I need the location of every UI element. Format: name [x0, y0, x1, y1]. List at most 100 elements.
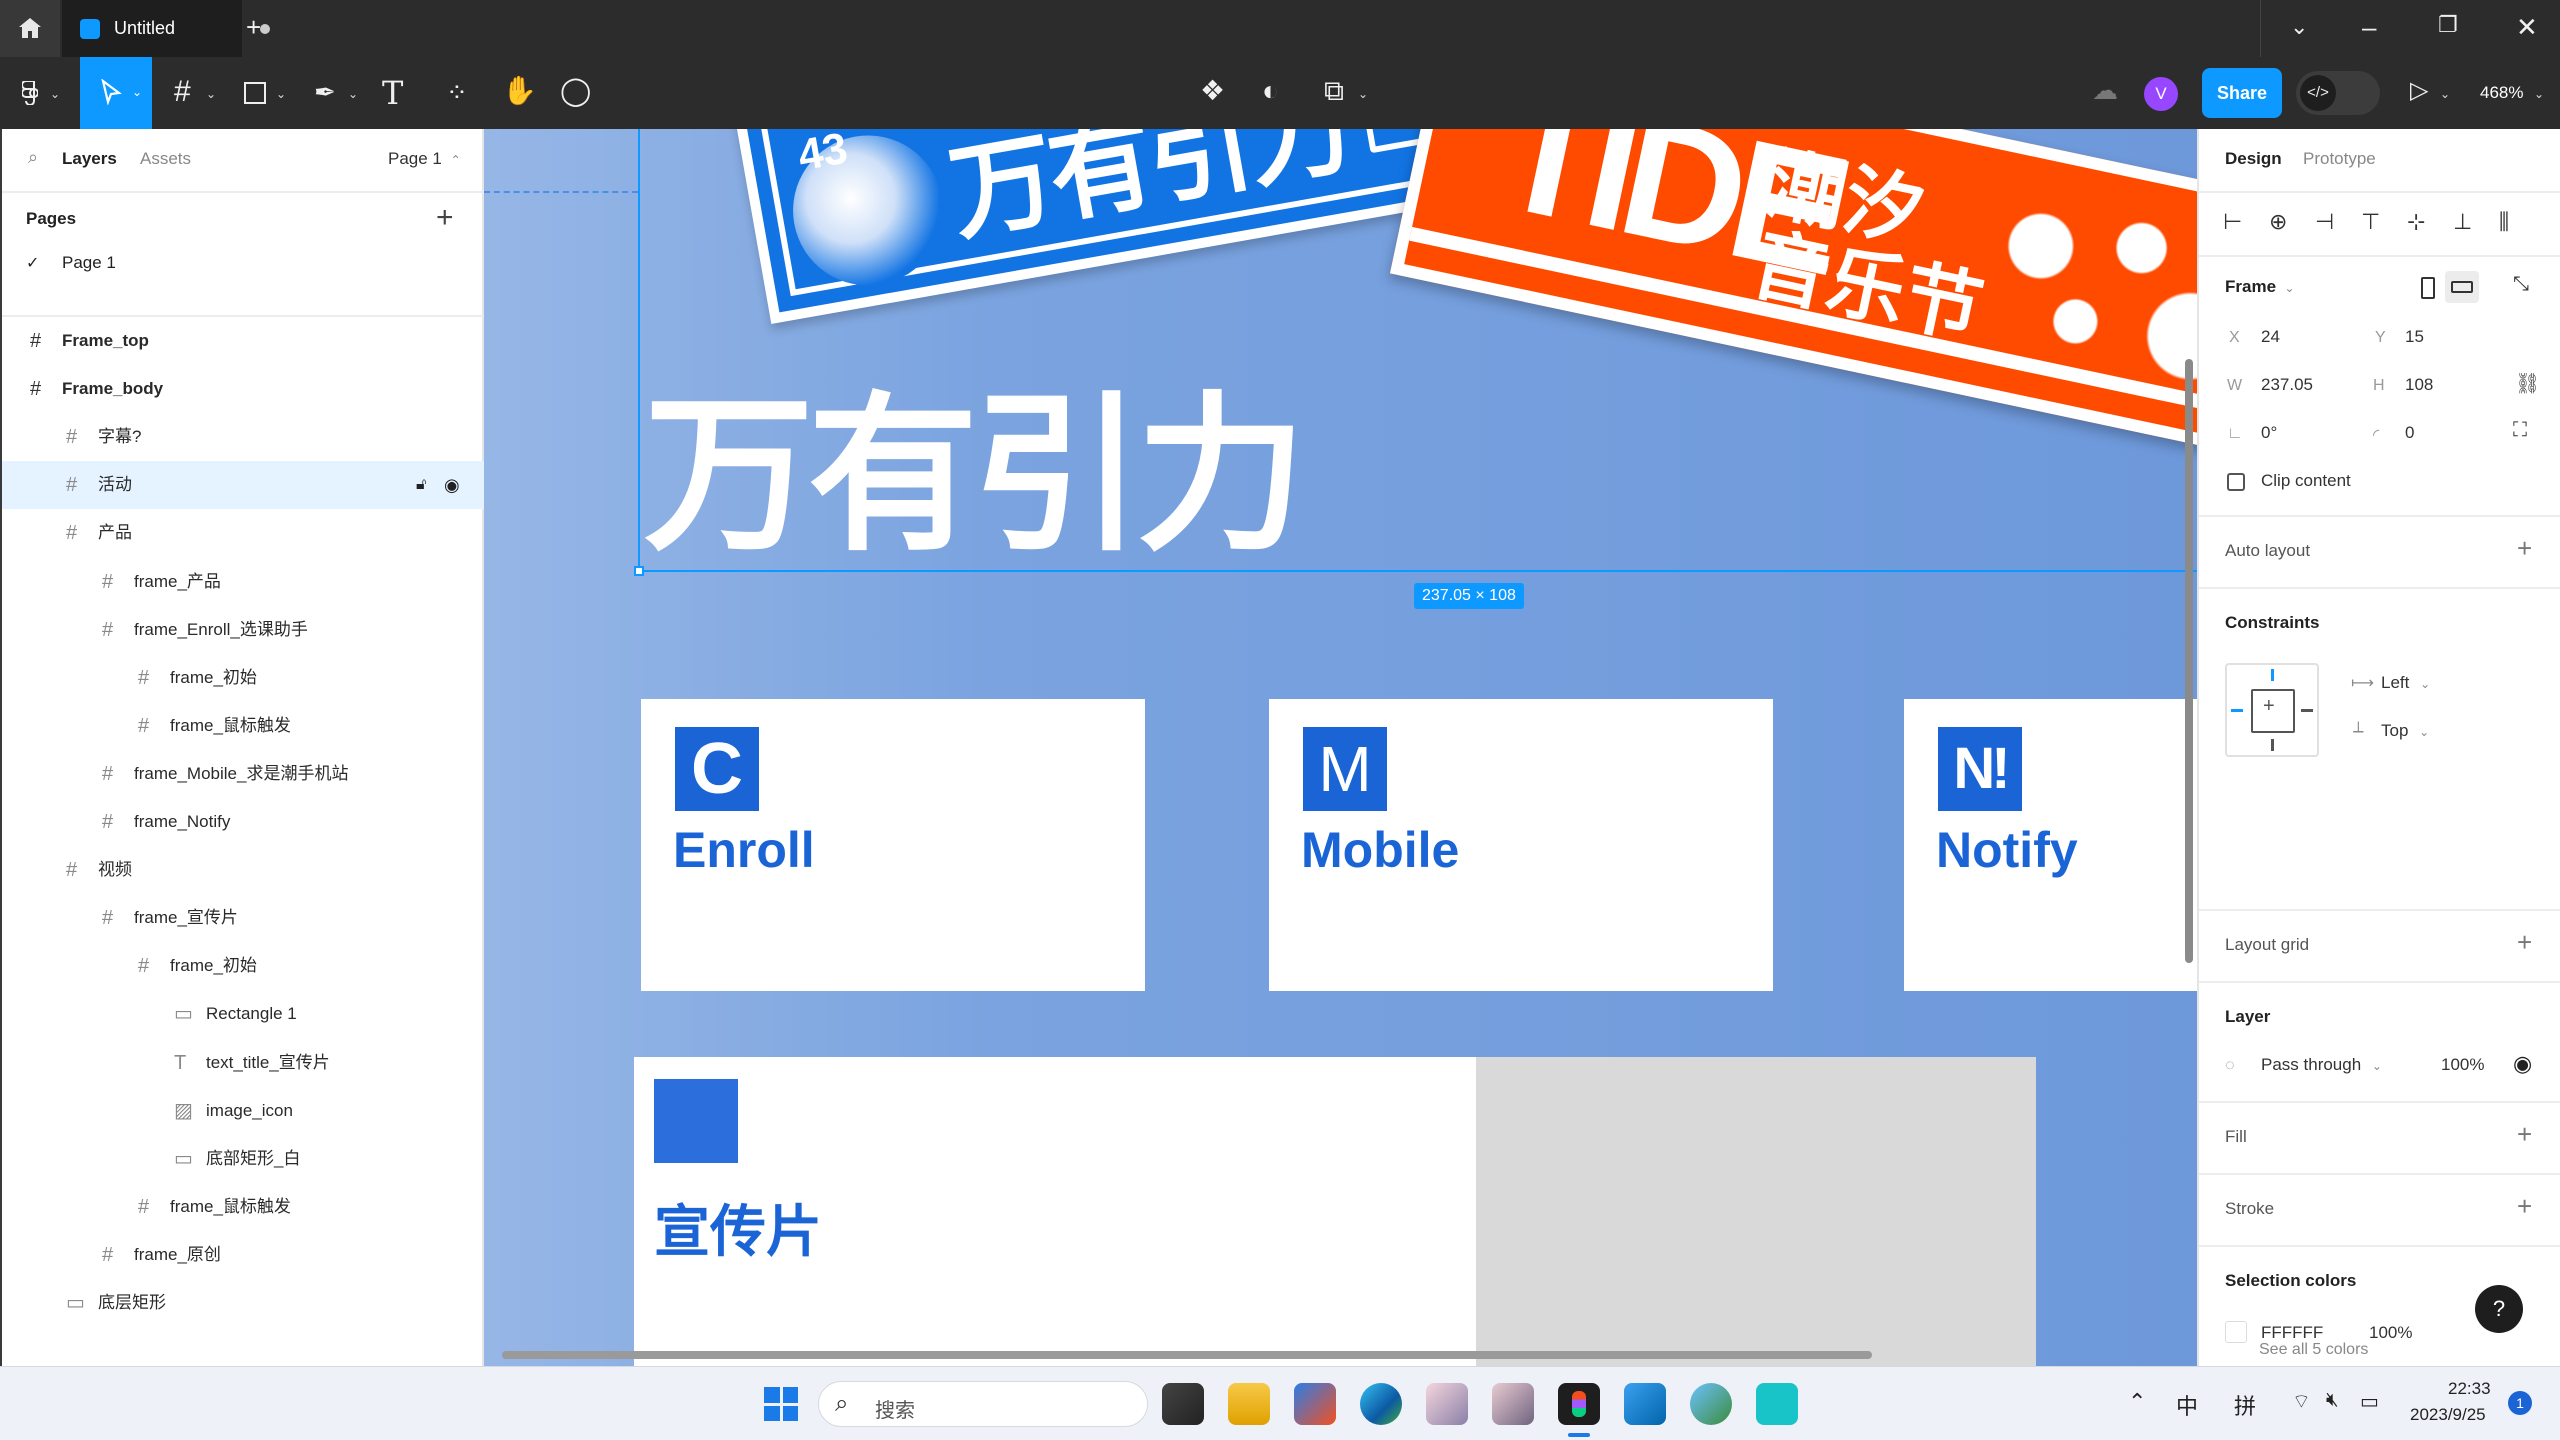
align-left-icon[interactable]: ⊢ [2223, 209, 2242, 235]
align-bottom-icon[interactable]: ⊥ [2453, 209, 2472, 235]
headline[interactable]: 万有引力 [644, 391, 1306, 561]
file-explorer-icon[interactable] [1228, 1383, 1270, 1425]
clock-date[interactable]: 2023/9/25 [2410, 1405, 2486, 1425]
page-selector[interactable]: Page 1 ⌃ [388, 149, 461, 169]
new-tab-icon[interactable]: + [246, 14, 261, 40]
share-button[interactable]: Share [2202, 68, 2282, 118]
color-swatch[interactable] [2225, 1321, 2247, 1343]
layer-row[interactable]: # Frame_top [2, 317, 484, 365]
present-button[interactable]: ▷ ⌄ [2404, 71, 2460, 115]
component-icon[interactable]: ❖ [1200, 77, 1225, 105]
add-layout-grid-icon[interactable]: + [2517, 929, 2532, 955]
eye-icon[interactable]: ◉ [2513, 1051, 2532, 1077]
card-enroll[interactable]: C Enroll [641, 699, 1145, 991]
task-view-icon[interactable] [1162, 1383, 1204, 1425]
main-menu-button[interactable]: ⌄ [12, 73, 64, 113]
chevron-up-icon[interactable]: ⌃ [2128, 1389, 2146, 1415]
resources-icon[interactable]: ⁘ [446, 79, 468, 105]
constraint-widget[interactable]: + [2225, 663, 2319, 757]
clip-content-checkbox[interactable] [2227, 473, 2245, 491]
comment-icon[interactable]: ◯ [560, 77, 591, 105]
layer-row[interactable]: # frame_初始 [2, 654, 484, 702]
app-icon-cyan[interactable] [1756, 1383, 1798, 1425]
distribute-icon[interactable]: ⫼ [2499, 209, 2509, 235]
blend-mode-select[interactable]: Pass through ⌄ [2261, 1055, 2382, 1075]
w-input[interactable]: 237.05 [2261, 375, 2313, 395]
x-input[interactable]: 24 [2261, 327, 2280, 347]
volume-mute-icon[interactable]: 🔇︎ [2326, 1389, 2339, 1412]
align-top-icon[interactable]: ⊤ [2361, 209, 2380, 235]
layer-row[interactable]: # Frame_body [2, 365, 484, 413]
chevron-down-icon[interactable]: ⌄ [2290, 16, 2308, 38]
card-notify[interactable]: N! Notify [1904, 699, 2197, 991]
cloud-sync-icon[interactable]: ☁ [2092, 77, 2118, 103]
restore-icon[interactable]: ❐ [2438, 14, 2458, 36]
radius-input[interactable]: 0 [2405, 423, 2414, 443]
close-icon[interactable]: ✕ [2516, 14, 2538, 40]
add-fill-icon[interactable]: + [2517, 1121, 2532, 1147]
ime-mode[interactable]: 拼 [2234, 1389, 2256, 1421]
layer-row[interactable]: # frame_宣传片 [2, 894, 484, 942]
pen-tool-button[interactable]: ✒ ⌄ [308, 71, 364, 115]
windows-start-icon[interactable] [764, 1387, 798, 1421]
unlock-icon[interactable]: 🔓︎ [416, 461, 426, 509]
layer-opacity-input[interactable]: 100% [2441, 1055, 2484, 1075]
layer-row[interactable]: # 字幕? [2, 413, 484, 461]
layer-row[interactable]: # frame_Enroll_选课助手 [2, 606, 484, 654]
notification-badge[interactable]: 1 [2508, 1391, 2532, 1415]
add-auto-layout-icon[interactable]: + [2517, 535, 2532, 561]
canvas[interactable]: 43 万有引力 TIDE 潮汐 音乐节 万有引力 237.05 × 108 C … [484, 129, 2197, 1366]
constrain-proportions-icon[interactable]: ⛓ [2515, 371, 2540, 396]
layer-row[interactable]: ▭ Rectangle 1 [2, 990, 484, 1038]
tab-prototype[interactable]: Prototype [2303, 149, 2376, 169]
text-tool-icon[interactable]: T [382, 77, 403, 109]
tab-layers[interactable]: Layers [62, 149, 117, 169]
shape-tool-button[interactable]: ⌄ [236, 71, 292, 115]
layer-row[interactable]: ▭ 底层矩形 [2, 1279, 484, 1327]
app-icon-anime-2[interactable] [1492, 1383, 1534, 1425]
layer-row[interactable]: ▨ image_icon [2, 1087, 484, 1135]
edge-icon[interactable] [1360, 1383, 1402, 1425]
avatar[interactable]: V [2144, 77, 2178, 111]
clock-time[interactable]: 22:33 [2448, 1379, 2491, 1399]
dev-mode-toggle[interactable]: </> [2296, 71, 2380, 115]
horizontal-scrollbar[interactable] [502, 1351, 1872, 1359]
tab-design[interactable]: Design [2225, 149, 2282, 169]
landscape-icon[interactable] [2445, 271, 2479, 303]
fit-resize-icon[interactable]: ⤡ [2513, 273, 2529, 296]
layer-row[interactable]: # frame_原创 [2, 1231, 484, 1279]
search-icon[interactable]: ⌕ [28, 147, 38, 168]
layer-row[interactable]: # frame_鼠标触发 [2, 702, 484, 750]
move-tool-button[interactable]: ⌄ [80, 57, 152, 129]
battery-icon[interactable]: ▭ [2360, 1389, 2379, 1414]
minimize-icon[interactable]: – [2362, 14, 2376, 40]
app-icon-globe[interactable] [1690, 1383, 1732, 1425]
mask-icon[interactable]: ◐ [1262, 77, 1279, 105]
color-opacity[interactable]: 100% [2369, 1323, 2412, 1343]
layer-row[interactable]: # frame_鼠标触发 [2, 1183, 484, 1231]
portrait-icon[interactable] [2421, 277, 2435, 299]
align-center-v-icon[interactable]: ⊹ [2407, 209, 2425, 235]
layer-row[interactable]: # 产品 [2, 509, 484, 557]
vertical-constraint-select[interactable]: Top ⌄ [2381, 721, 2429, 741]
frame-tool-button[interactable]: # ⌄ [168, 71, 224, 115]
add-stroke-icon[interactable]: + [2517, 1193, 2532, 1219]
taskbar-search[interactable]: ⌕ 搜索 [818, 1381, 1148, 1427]
card-mobile[interactable]: M Mobile [1269, 699, 1773, 991]
layer-row[interactable]: # frame_Mobile_求是潮手机站 [2, 750, 484, 798]
home-button[interactable] [0, 0, 60, 57]
page-item[interactable]: ✓ Page 1 [2, 243, 484, 283]
see-all-colors-link[interactable]: See all 5 colors [2259, 1341, 2368, 1359]
figma-app-icon[interactable] [1558, 1383, 1600, 1425]
layer-row[interactable]: # frame_产品 [2, 558, 484, 606]
independent-corners-icon[interactable]: ⛶ [2513, 419, 2527, 442]
app-icon-anime-1[interactable] [1426, 1383, 1468, 1425]
align-center-h-icon[interactable]: ⊕ [2269, 209, 2287, 235]
layer-row[interactable]: Ttext_title_宣传片 [2, 1039, 484, 1087]
tab-assets[interactable]: Assets [140, 149, 191, 169]
tab-untitled[interactable]: Untitled [62, 0, 270, 57]
rotation-input[interactable]: 0° [2261, 423, 2277, 443]
ime-language[interactable]: 中 [2176, 1389, 2198, 1421]
align-right-icon[interactable]: ⊣ [2315, 209, 2334, 235]
h-input[interactable]: 108 [2405, 375, 2433, 395]
